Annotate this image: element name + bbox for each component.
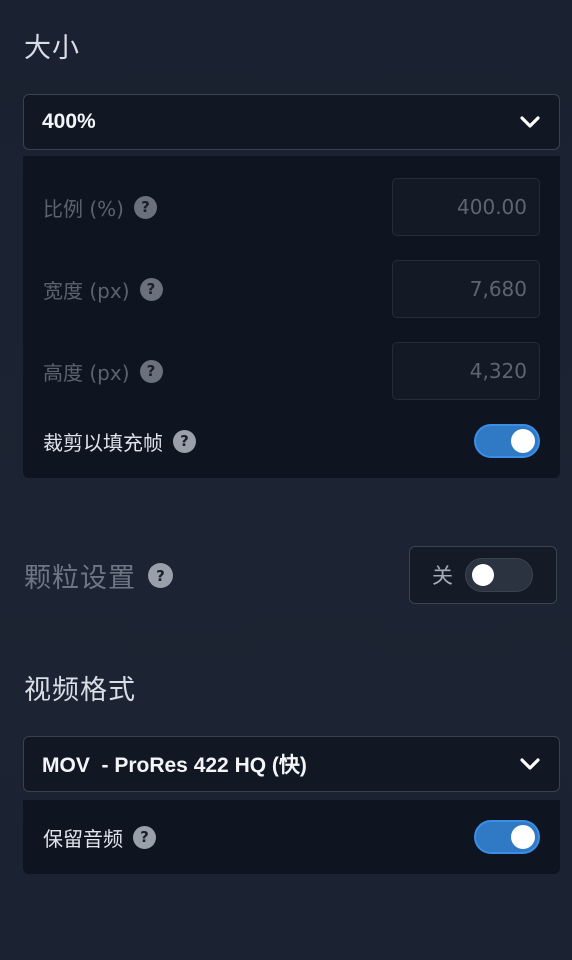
size-options-panel: 比例 (%) ? 400.00 宽度 (px) ? 7,680 高度 (px) … — [23, 156, 560, 478]
crop-fill-label: 裁剪以填充帧 — [43, 430, 163, 455]
help-circle-icon[interactable]: ? — [139, 359, 163, 383]
scale-label: 比例 (%) — [43, 196, 124, 221]
size-dropdown-value: 400% — [42, 110, 96, 133]
toggle-knob — [511, 825, 535, 849]
height-row: 高度 (px) ? 4,320 — [43, 342, 540, 400]
format-dropdown[interactable]: MOV - ProRes 422 HQ (快) — [23, 736, 560, 792]
help-circle-icon[interactable]: ? — [133, 195, 157, 219]
height-input: 4,320 — [392, 342, 540, 400]
chevron-down-icon — [520, 116, 540, 128]
width-label: 宽度 (px) — [43, 278, 130, 303]
format-options-panel: 保留音频 ? — [23, 800, 560, 874]
toggle-knob — [511, 429, 535, 453]
keep-audio-toggle[interactable] — [474, 820, 540, 854]
keep-audio-label: 保留音频 — [43, 826, 123, 851]
keep-audio-row: 保留音频 ? — [43, 820, 540, 854]
help-circle-icon[interactable]: ? — [139, 277, 163, 301]
chevron-down-icon — [520, 758, 540, 770]
height-label: 高度 (px) — [43, 360, 130, 385]
size-section-title: 大小 — [24, 33, 80, 64]
crop-fill-row: 裁剪以填充帧 ? — [43, 424, 540, 458]
width-input: 7,680 — [392, 260, 540, 318]
format-dropdown-value: MOV - ProRes 422 HQ (快) — [42, 754, 307, 777]
width-row: 宽度 (px) ? 7,680 — [43, 260, 540, 318]
size-dropdown[interactable]: 400% — [23, 94, 560, 150]
scale-input: 400.00 — [392, 178, 540, 236]
grain-header: 颗粒设置 ? — [24, 556, 173, 595]
grain-toggle[interactable] — [465, 558, 533, 592]
scale-row: 比例 (%) ? 400.00 — [43, 178, 540, 236]
grain-toggle-box[interactable]: 关 — [409, 546, 557, 604]
toggle-knob — [472, 564, 494, 586]
help-circle-icon[interactable]: ? — [133, 825, 156, 849]
format-section-title: 视频格式 — [24, 675, 136, 706]
help-circle-icon[interactable]: ? — [173, 429, 196, 453]
grain-toggle-label: 关 — [432, 564, 453, 588]
crop-fill-toggle[interactable] — [474, 424, 540, 458]
help-circle-icon[interactable]: ? — [148, 563, 173, 588]
grain-section-title: 颗粒设置 — [24, 563, 136, 594]
